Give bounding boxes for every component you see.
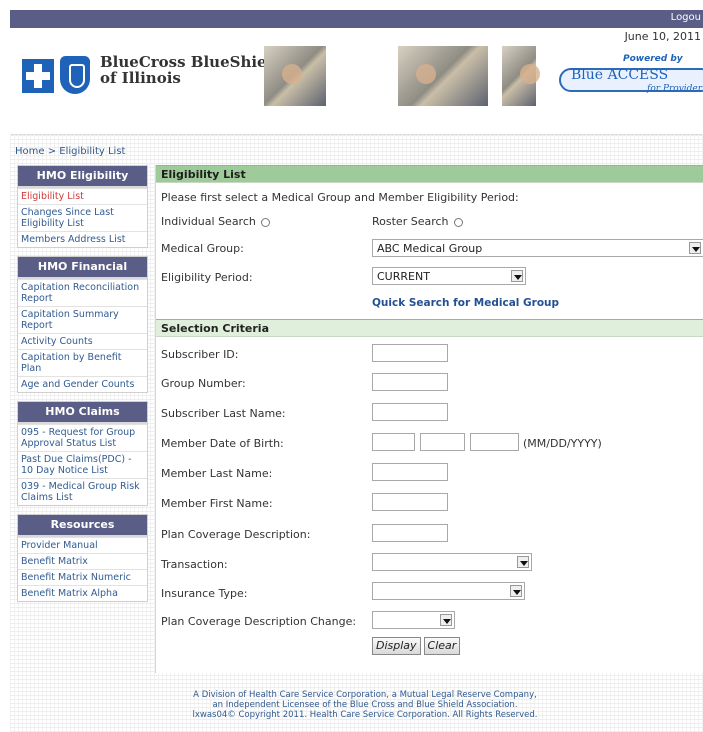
individual-search-radio[interactable]	[260, 217, 270, 227]
chevron-down-icon[interactable]	[689, 242, 701, 254]
chevron-down-icon[interactable]	[517, 556, 529, 568]
subscriber-id-label: Subscriber ID:	[161, 348, 239, 361]
chevron-down-icon[interactable]	[510, 585, 522, 597]
plan-coverage-description-input[interactable]	[372, 524, 448, 542]
individual-search-option[interactable]: Individual Search	[161, 215, 270, 228]
group-number-label: Group Number:	[161, 377, 246, 390]
medical-group-select[interactable]: ABC Medical Group	[372, 239, 703, 257]
plan-coverage-change-select[interactable]	[372, 611, 455, 629]
transaction-label: Transaction:	[161, 558, 228, 571]
business-photo-1	[264, 46, 326, 106]
site-header: BlueCross BlueShield of Illinois Powered…	[10, 46, 703, 109]
quick-search-medical-group-link[interactable]: Quick Search for Medical Group	[372, 297, 559, 309]
blue-cross-logo	[22, 59, 54, 93]
header-spacer	[10, 108, 703, 135]
current-date: June 10, 2011	[624, 30, 701, 43]
date-bar: June 10, 2011	[10, 28, 703, 47]
sidebar: HMO Eligibility Eligibility List Changes…	[17, 165, 148, 610]
sidebar-item-capitation-benefit[interactable]: Capitation by Benefit Plan	[18, 349, 147, 376]
sidebar-item-changes-since-last[interactable]: Changes Since Last Eligibility List	[18, 204, 147, 231]
breadcrumb[interactable]: Home > Eligibility List	[15, 146, 125, 157]
sidebar-item-past-due-claims[interactable]: Past Due Claims(PDC) - 10 Day Notice Lis…	[18, 451, 147, 478]
logout-link[interactable]: Logou	[671, 12, 701, 23]
subscriber-last-name-input[interactable]	[372, 403, 448, 421]
sidebar-item-benefit-matrix[interactable]: Benefit Matrix	[18, 553, 147, 569]
transaction-select[interactable]	[372, 553, 532, 571]
dob-month-input[interactable]	[372, 433, 415, 451]
eligibility-list-panel: Eligibility List Please first select a M…	[155, 165, 703, 673]
member-first-name-label: Member First Name:	[161, 497, 273, 510]
form-actions: Display Clear	[372, 637, 463, 655]
sidebar-item-activity-counts[interactable]: Activity Counts	[18, 333, 147, 349]
plan-coverage-change-label: Plan Coverage Description Change:	[161, 615, 357, 628]
eligibility-period-label: Eligibility Period:	[161, 271, 253, 284]
roster-search-option[interactable]: Roster Search	[372, 215, 463, 228]
top-navigation-bar: Logou	[10, 10, 703, 28]
sidebar-section-title: HMO Eligibility	[18, 166, 147, 188]
dob-format-hint: (MM/DD/YYYY)	[523, 437, 602, 450]
sidebar-item-benefit-matrix-alpha[interactable]: Benefit Matrix Alpha	[18, 585, 147, 601]
dob-day-input[interactable]	[420, 433, 465, 451]
footer-copyright: A Division of Health Care Service Corpor…	[192, 690, 538, 720]
chevron-down-icon[interactable]	[511, 270, 523, 282]
member-first-name-input[interactable]	[372, 493, 448, 511]
selection-criteria-heading: Selection Criteria	[156, 319, 703, 337]
sidebar-item-eligibility-list[interactable]: Eligibility List	[18, 188, 147, 204]
instruction-text: Please first select a Medical Group and …	[161, 191, 519, 204]
dob-year-input[interactable]	[470, 433, 519, 451]
sidebar-item-095-request[interactable]: 095 - Request for Group Approval Status …	[18, 424, 147, 451]
plan-coverage-description-label: Plan Coverage Description:	[161, 528, 311, 541]
blue-access-logo: Powered by Blue ACCESS for Provider	[555, 52, 703, 96]
clear-button[interactable]: Clear	[423, 637, 461, 655]
insurance-type-select[interactable]	[372, 582, 525, 600]
sidebar-hmo-claims: HMO Claims 095 - Request for Group Appro…	[17, 401, 148, 506]
group-number-input[interactable]	[372, 373, 448, 391]
sidebar-item-age-gender[interactable]: Age and Gender Counts	[18, 376, 147, 392]
eligibility-period-select[interactable]: CURRENT	[372, 267, 526, 285]
medical-group-label: Medical Group:	[161, 242, 244, 255]
subscriber-id-input[interactable]	[372, 344, 448, 362]
brand-name: BlueCross BlueShield of Illinois	[100, 53, 283, 87]
chevron-down-icon[interactable]	[440, 614, 452, 626]
insurance-type-label: Insurance Type:	[161, 587, 248, 600]
sidebar-item-capitation-summary[interactable]: Capitation Summary Report	[18, 306, 147, 333]
member-dob-label: Member Date of Birth:	[161, 437, 284, 450]
display-button[interactable]: Display	[372, 637, 421, 655]
business-photo-2	[398, 46, 488, 106]
blue-shield-logo	[60, 56, 90, 94]
sidebar-section-title: HMO Claims	[18, 402, 147, 424]
sidebar-item-members-address[interactable]: Members Address List	[18, 231, 147, 247]
sidebar-hmo-financial: HMO Financial Capitation Reconciliation …	[17, 256, 148, 393]
member-last-name-input[interactable]	[372, 463, 448, 481]
eligibility-list-heading: Eligibility List	[156, 165, 703, 183]
subscriber-last-name-label: Subscriber Last Name:	[161, 407, 286, 420]
business-photo-3	[502, 46, 540, 106]
sidebar-item-capitation-reconciliation[interactable]: Capitation Reconciliation Report	[18, 279, 147, 306]
member-last-name-label: Member Last Name:	[161, 467, 273, 480]
sidebar-resources: Resources Provider Manual Benefit Matrix…	[17, 514, 148, 602]
roster-search-radio[interactable]	[453, 217, 463, 227]
sidebar-item-benefit-matrix-numeric[interactable]: Benefit Matrix Numeric	[18, 569, 147, 585]
sidebar-hmo-eligibility: HMO Eligibility Eligibility List Changes…	[17, 165, 148, 248]
sidebar-item-039-risk-claims[interactable]: 039 - Medical Group Risk Claims List	[18, 478, 147, 505]
sidebar-section-title: Resources	[18, 515, 147, 537]
sidebar-item-provider-manual[interactable]: Provider Manual	[18, 537, 147, 553]
sidebar-section-title: HMO Financial	[18, 257, 147, 279]
